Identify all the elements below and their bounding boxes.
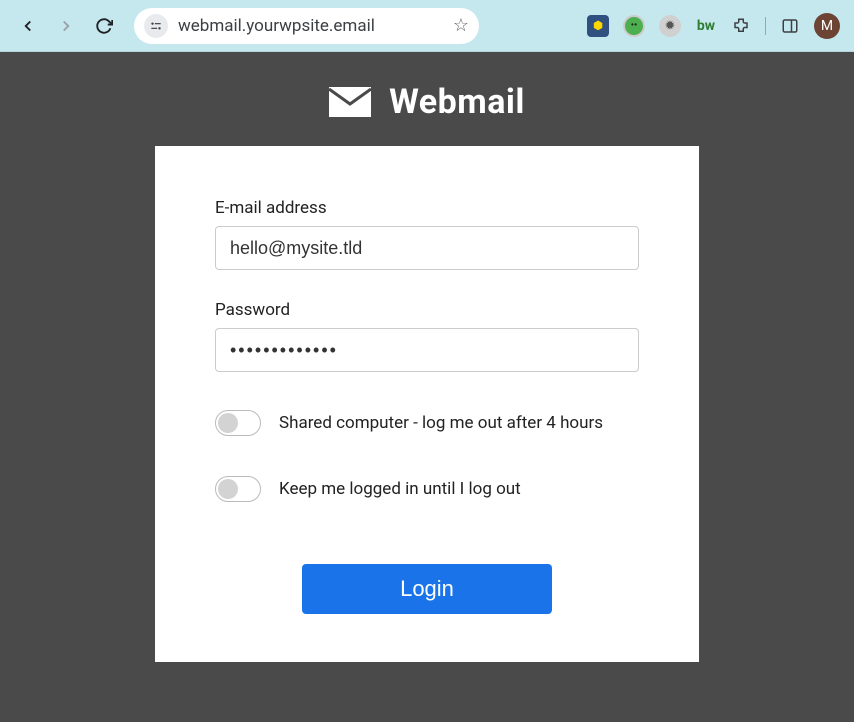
divider xyxy=(765,17,766,35)
password-label: Password xyxy=(215,300,639,320)
email-label: E-mail address xyxy=(215,198,639,218)
password-input[interactable] xyxy=(215,328,639,372)
shared-computer-row: Shared computer - log me out after 4 hou… xyxy=(215,410,639,436)
shared-computer-toggle[interactable] xyxy=(215,410,261,436)
url-text: webmail.yourwpsite.email xyxy=(178,16,443,36)
extension-icon[interactable]: ✹ xyxy=(659,15,681,37)
bookmark-star-icon[interactable]: ☆ xyxy=(453,15,469,36)
app-logo: Webmail xyxy=(329,82,525,122)
keep-logged-in-toggle[interactable] xyxy=(215,476,261,502)
toggle-knob xyxy=(218,479,238,499)
keep-logged-in-row: Keep me logged in until I log out xyxy=(215,476,639,502)
extension-icon[interactable]: •• xyxy=(623,15,645,37)
page-content: Webmail E-mail address Password Shared c… xyxy=(0,52,854,722)
shared-computer-label: Shared computer - log me out after 4 hou… xyxy=(279,413,603,433)
extension-icon[interactable]: ⬢ xyxy=(587,15,609,37)
extension-icon[interactable]: bw xyxy=(695,15,717,37)
browser-toolbar: webmail.yourwpsite.email ☆ ⬢ •• ✹ bw M xyxy=(0,0,854,52)
site-info-icon[interactable] xyxy=(144,14,168,38)
app-title: Webmail xyxy=(389,82,525,122)
forward-button[interactable] xyxy=(52,12,80,40)
address-bar[interactable]: webmail.yourwpsite.email ☆ xyxy=(134,8,479,44)
password-field-group: Password xyxy=(215,300,639,372)
email-input[interactable] xyxy=(215,226,639,270)
extensions-menu-icon[interactable] xyxy=(731,16,751,36)
reload-button[interactable] xyxy=(90,12,118,40)
profile-avatar[interactable]: M xyxy=(814,13,840,39)
extension-icons: ⬢ •• ✹ bw M xyxy=(587,13,840,39)
toggle-knob xyxy=(218,413,238,433)
keep-logged-in-label: Keep me logged in until I log out xyxy=(279,479,521,499)
login-button[interactable]: Login xyxy=(302,564,552,614)
email-field-group: E-mail address xyxy=(215,198,639,270)
mail-icon xyxy=(329,87,371,117)
login-card: E-mail address Password Shared computer … xyxy=(155,146,699,662)
back-button[interactable] xyxy=(14,12,42,40)
sidepanel-icon[interactable] xyxy=(780,16,800,36)
